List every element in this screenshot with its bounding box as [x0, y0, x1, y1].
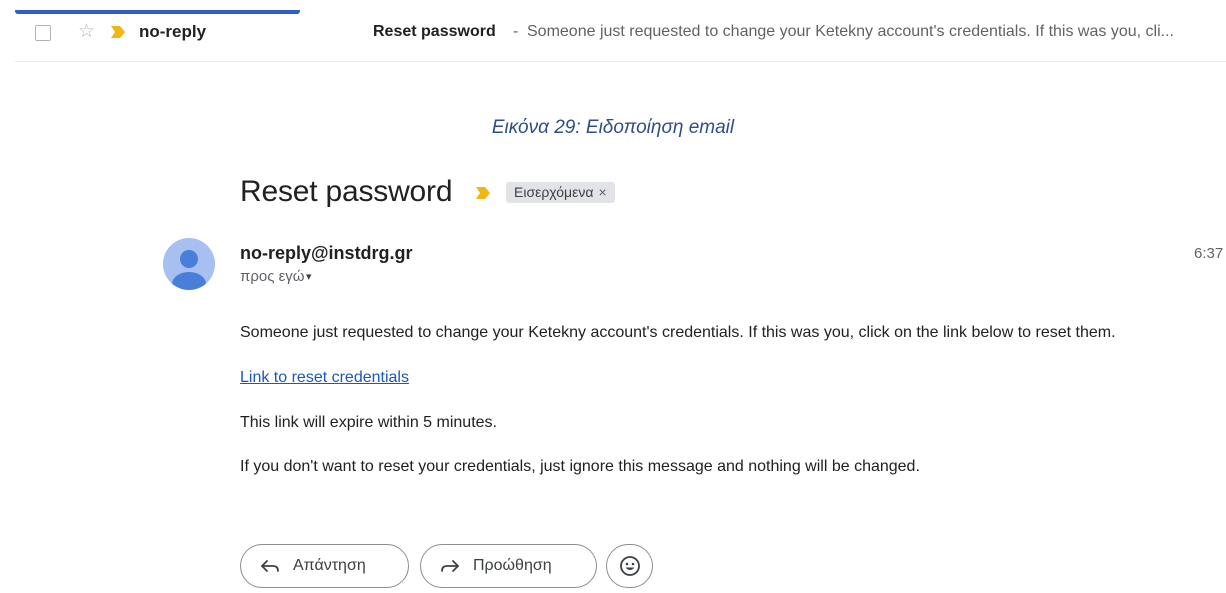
label-text: Εισερχόμενα: [514, 184, 594, 200]
person-avatar-icon[interactable]: [163, 238, 215, 290]
avatar-silhouette: [172, 250, 206, 290]
inbox-email-row[interactable]: ☆ no-reply Reset password - Someone just…: [15, 14, 1226, 62]
reply-button[interactable]: Απάντηση: [240, 544, 409, 588]
important-marker-icon[interactable]: [475, 186, 491, 200]
smiley-emoji-icon: [619, 556, 640, 576]
row-subject: Reset password: [373, 23, 496, 40]
reply-label: Απάντηση: [293, 557, 366, 574]
forward-arrow-icon: [441, 560, 459, 572]
checkbox-icon[interactable]: [35, 25, 51, 41]
reset-credentials-link[interactable]: Link to reset credentials: [240, 368, 409, 388]
figure-caption: Εικόνα 29: Ειδοποίηση email: [491, 117, 735, 138]
forward-button[interactable]: Προώθηση: [420, 544, 597, 588]
row-snippet-separator: -: [513, 23, 519, 40]
inbox-label-chip[interactable]: Εισερχόμενα ×: [506, 182, 615, 203]
emoji-reaction-button[interactable]: [606, 544, 653, 588]
sender-email: no-reply@instdrg.gr: [240, 243, 413, 263]
row-sender: no-reply: [139, 22, 207, 41]
email-timestamp: 6:37: [1194, 245, 1224, 262]
important-marker-icon[interactable]: [110, 25, 126, 39]
star-icon[interactable]: ☆: [78, 20, 95, 42]
recipient-details[interactable]: προς εγώ: [240, 268, 305, 286]
body-paragraph-1: Someone just requested to change your Ke…: [240, 324, 1116, 341]
label-remove-icon[interactable]: ×: [598, 184, 606, 200]
email-subject: Reset password: [240, 175, 453, 208]
body-paragraph-2: This link will expire within 5 minutes.: [240, 414, 497, 431]
chevron-down-icon[interactable]: ▾: [306, 268, 312, 286]
forward-label: Προώθηση: [473, 557, 552, 574]
row-snippet: Someone just requested to change your Ke…: [527, 23, 1174, 40]
reply-arrow-icon: [261, 560, 279, 572]
body-paragraph-3: If you don't want to reset your credenti…: [240, 458, 920, 475]
